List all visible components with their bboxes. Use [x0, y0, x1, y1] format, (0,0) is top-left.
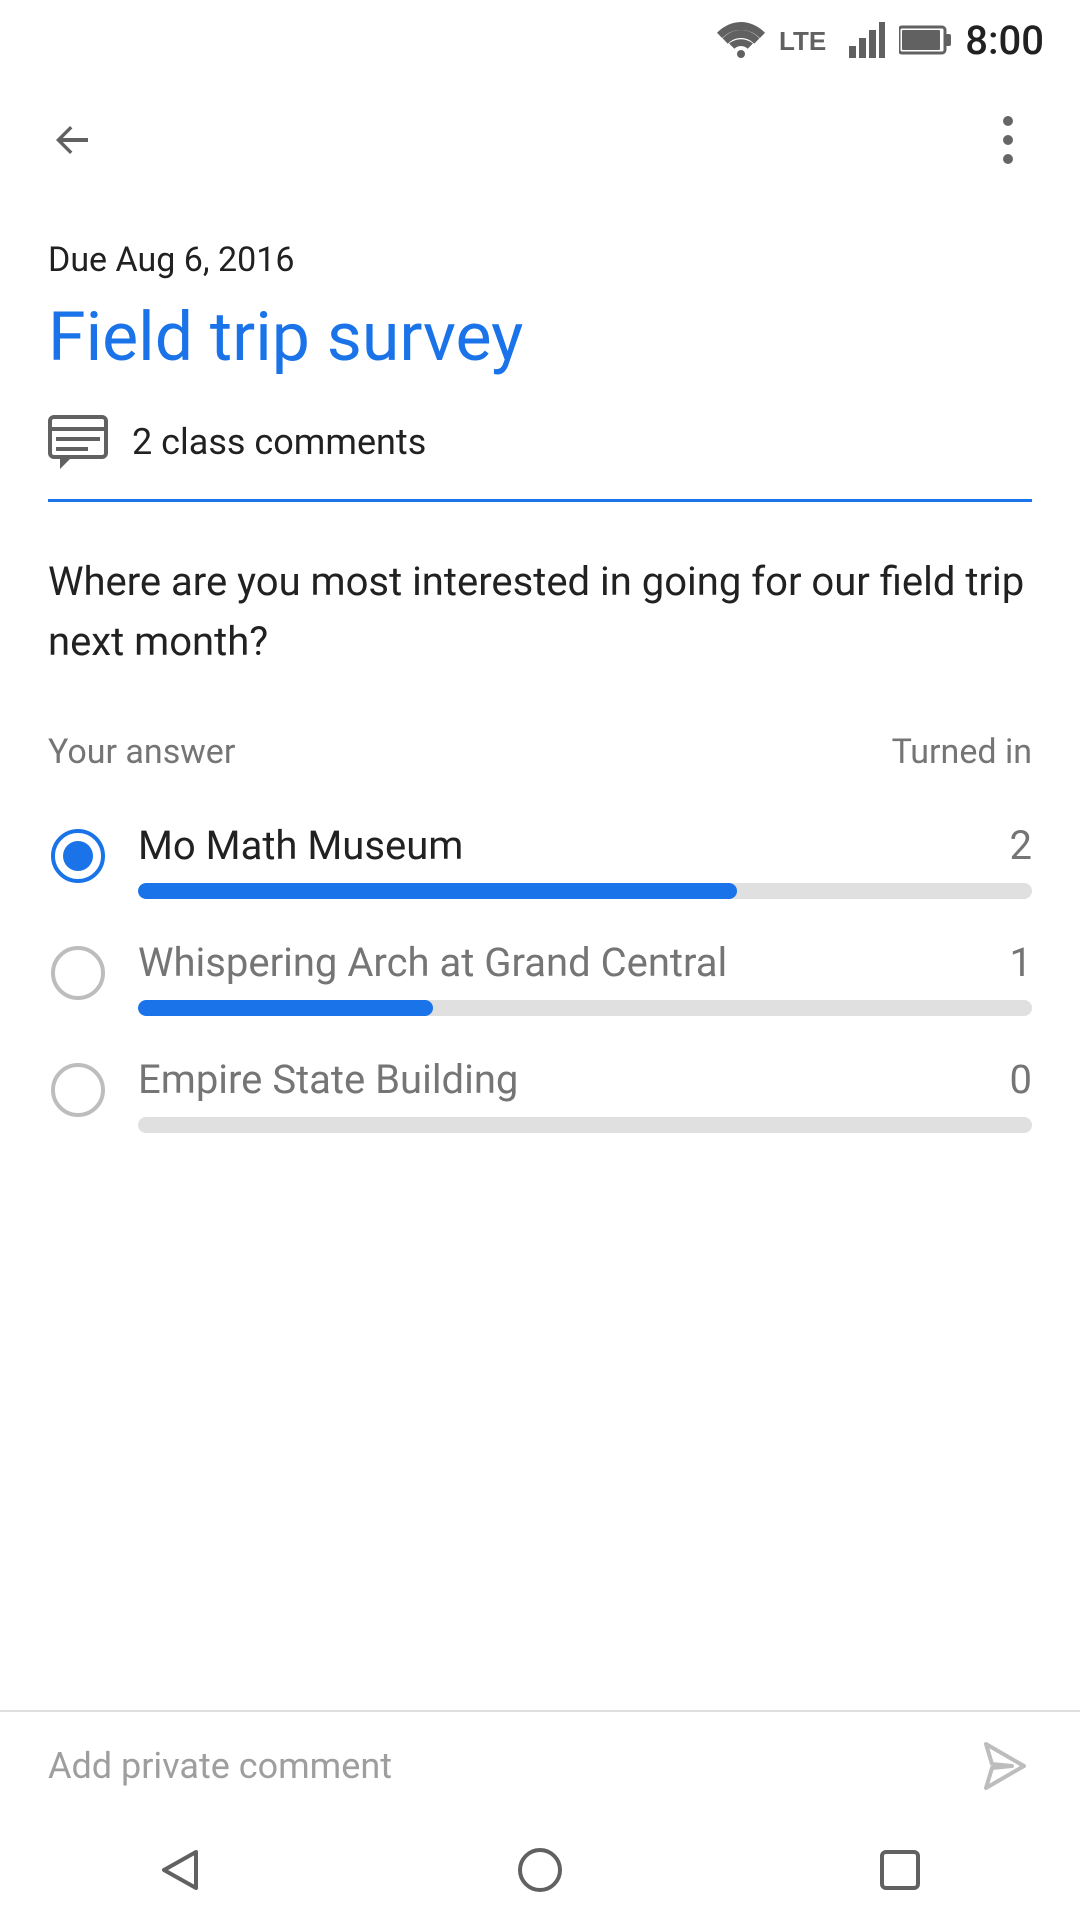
signal-icon	[849, 22, 885, 58]
options-list: Mo Math Museum 2 Whispering Arch at Gran…	[48, 822, 1032, 1173]
status-time: 8:00	[965, 17, 1044, 64]
send-button[interactable]	[972, 1736, 1032, 1796]
option-item-0[interactable]: Mo Math Museum 2	[48, 822, 1032, 899]
comments-label: 2 class comments	[132, 421, 426, 463]
option-count-2: 0	[1010, 1056, 1032, 1103]
progress-track-0	[138, 883, 1032, 899]
top-app-bar	[0, 80, 1080, 200]
option-label-0: Mo Math Museum	[138, 822, 463, 869]
radio-empty-2	[48, 1060, 108, 1120]
question-text: Where are you most interested in going f…	[48, 552, 1032, 672]
option-item-1[interactable]: Whispering Arch at Grand Central 1	[48, 939, 1032, 1016]
send-icon-svg	[976, 1740, 1028, 1792]
answer-status-row: Your answer Turned in	[48, 732, 1032, 772]
progress-fill-1	[138, 1000, 433, 1016]
blue-divider	[48, 499, 1032, 502]
radio-inner-selected	[63, 841, 93, 871]
progress-track-1	[138, 1000, 1032, 1016]
option-label-2: Empire State Building	[138, 1056, 518, 1103]
bottom-comment-bar: Add private comment	[0, 1710, 1080, 1820]
nav-back-button[interactable]	[130, 1820, 230, 1920]
option-content-0: Mo Math Museum 2	[138, 822, 1032, 899]
option-item-2[interactable]: Empire State Building 0	[48, 1056, 1032, 1133]
due-date: Due Aug 6, 2016	[48, 240, 1032, 280]
nav-recent-icon	[874, 1844, 926, 1896]
option-count-0: 2	[1010, 822, 1032, 869]
comment-icon	[48, 415, 108, 469]
nav-back-icon	[154, 1844, 206, 1896]
svg-text:LTE: LTE	[779, 26, 826, 56]
dot-3	[1003, 154, 1013, 164]
option-count-1: 1	[1010, 939, 1032, 986]
option-label-row-0: Mo Math Museum 2	[138, 822, 1032, 869]
back-arrow-icon	[46, 114, 98, 166]
radio-unselected-1	[51, 946, 105, 1000]
radio-empty-1	[48, 943, 108, 1003]
option-label-row-2: Empire State Building 0	[138, 1056, 1032, 1103]
battery-icon	[899, 25, 951, 55]
your-answer-label: Your answer	[48, 732, 235, 772]
back-button[interactable]	[36, 104, 108, 176]
navigation-bar	[0, 1820, 1080, 1920]
comment-input[interactable]: Add private comment	[48, 1745, 392, 1787]
option-label-1: Whispering Arch at Grand Central	[138, 939, 727, 986]
option-content-2: Empire State Building 0	[138, 1056, 1032, 1133]
radio-selected	[48, 826, 108, 886]
option-label-row-1: Whispering Arch at Grand Central 1	[138, 939, 1032, 986]
wifi-icon	[717, 22, 765, 58]
comments-row[interactable]: 2 class comments	[48, 415, 1032, 499]
nav-home-icon	[514, 1844, 566, 1896]
more-options-button[interactable]	[972, 104, 1044, 176]
radio-unselected-2	[51, 1063, 105, 1117]
radio-outer-selected	[51, 829, 105, 883]
survey-title: Field trip survey	[48, 300, 1032, 375]
progress-fill-0	[138, 883, 737, 899]
lte-icon: LTE	[779, 22, 835, 58]
dot-2	[1003, 135, 1013, 145]
turned-in-label: Turned in	[892, 732, 1032, 772]
dot-1	[1003, 116, 1013, 126]
status-icons: LTE 8:00	[717, 17, 1044, 64]
status-bar: LTE 8:00	[0, 0, 1080, 80]
nav-home-button[interactable]	[490, 1820, 590, 1920]
progress-track-2	[138, 1117, 1032, 1133]
option-content-1: Whispering Arch at Grand Central 1	[138, 939, 1032, 1016]
nav-recent-button[interactable]	[850, 1820, 950, 1920]
content-area: Due Aug 6, 2016 Field trip survey 2 clas…	[0, 200, 1080, 1173]
